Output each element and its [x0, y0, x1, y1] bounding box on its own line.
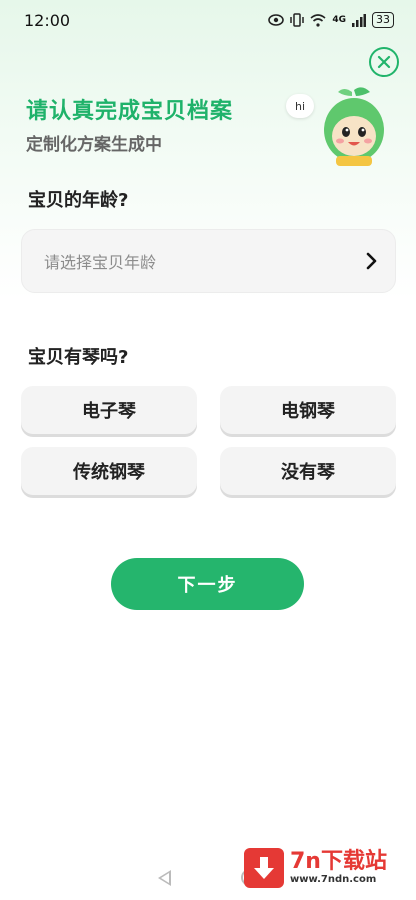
age-select[interactable]: 请选择宝贝年龄 [21, 229, 396, 293]
vibrate-icon [290, 13, 305, 27]
mascot: hi [286, 86, 396, 166]
page-title: 请认真完成宝贝档案 [26, 99, 234, 124]
download-icon [244, 848, 284, 888]
piano-label: 宝贝有琴吗? [28, 347, 129, 368]
page-subtitle: 定制化方案生成中 [26, 135, 162, 155]
next-button[interactable]: 下一步 [111, 558, 304, 610]
watermark-text: 7n下载站 www.7ndn.com [290, 850, 387, 886]
option-acoustic-piano[interactable]: 传统钢琴 [21, 447, 197, 495]
close-icon [377, 55, 391, 69]
age-placeholder: 请选择宝贝年龄 [44, 253, 157, 272]
nav-back-icon[interactable] [158, 869, 171, 886]
hi-bubble: hi [286, 94, 314, 118]
status-icons: 4G 33 [268, 12, 394, 28]
status-bar: 12:00 4G 33 [0, 0, 416, 40]
option-digital-piano[interactable]: 电钢琴 [220, 386, 396, 434]
eye-icon [268, 14, 285, 26]
signal-icon [352, 13, 366, 27]
option-electronic-keyboard[interactable]: 电子琴 [21, 386, 197, 434]
status-time: 12:00 [24, 10, 71, 30]
battery-icon: 33 [372, 12, 394, 28]
watermark-sub: www.7ndn.com [290, 874, 377, 885]
wifi-icon [310, 13, 326, 27]
chevron-right-icon [366, 252, 377, 270]
close-button[interactable] [369, 47, 399, 77]
age-label: 宝贝的年龄? [28, 190, 129, 211]
mascot-icon [324, 87, 384, 166]
watermark-main: 7n下载站 [290, 849, 387, 874]
watermark: 7n下载站 www.7ndn.com [244, 843, 410, 893]
signal-4g-label: 4G [332, 15, 346, 25]
option-no-piano[interactable]: 没有琴 [220, 447, 396, 495]
